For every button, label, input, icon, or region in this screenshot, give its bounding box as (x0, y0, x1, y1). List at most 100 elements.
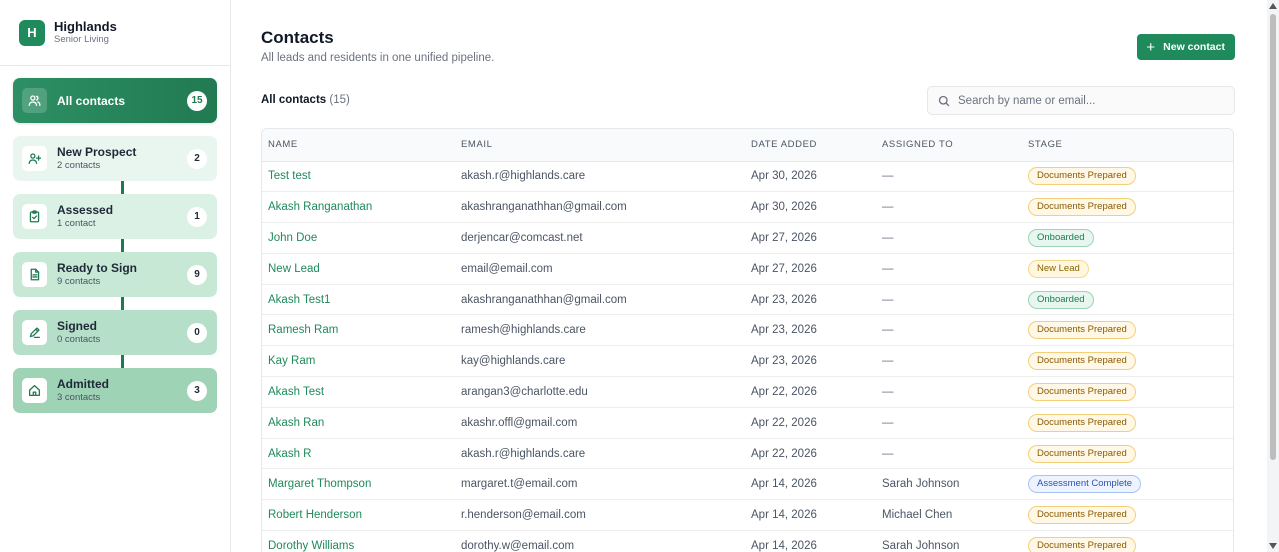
contact-name-link[interactable]: Kay Ram (262, 345, 455, 378)
stage-badge: Documents Prepared (1028, 321, 1136, 340)
contact-email: akash.r@highlands.care (455, 438, 745, 470)
contact-assigned-to: Sarah Johnson (876, 468, 1022, 501)
contact-assigned-to: — (876, 222, 1022, 254)
stage-count-badge: 15 (187, 90, 207, 111)
stage-text: New Prospect 2 contacts (57, 145, 187, 172)
stage-connector (121, 297, 124, 310)
table-row[interactable]: Margaret Thompson margaret.t@email.com Apr… (262, 468, 1233, 501)
table-row[interactable]: Robert Henderson r.henderson@email.com Apr… (262, 499, 1233, 532)
table-row[interactable]: Dorothy Williams dorothy.w@email.com Apr 1… (262, 530, 1233, 552)
contact-date-added: Apr 23, 2026 (745, 314, 876, 347)
table-row[interactable]: Akash Ran akashr.offl@gmail.com Apr 22, 20… (262, 407, 1233, 439)
stage-connector (121, 181, 124, 194)
stage-badge: Onboarded (1028, 290, 1094, 309)
contact-name-link[interactable]: Akash Ranganathan (262, 191, 455, 224)
stage-badge: Documents Prepared (1028, 444, 1136, 463)
table-row[interactable]: New Lead email@email.com Apr 27, 2026— New … (262, 253, 1233, 285)
list-title: All contacts (15) (261, 94, 350, 106)
stage-badge: Documents Prepared (1028, 506, 1136, 525)
scroll-down-arrow-icon[interactable] (1269, 543, 1277, 549)
table-row[interactable]: John Doe derjencar@comcast.net Apr 27, 202… (262, 222, 1233, 254)
stage-sub: 1 contact (57, 218, 96, 229)
sidebar-item-ready-to-sign[interactable]: Ready to Sign 9 contacts 9 (13, 252, 217, 310)
contact-name-link[interactable]: New Lead (262, 253, 455, 285)
stage-sub: 3 contacts (57, 392, 101, 403)
brand[interactable]: H Highlands Senior Living (0, 0, 230, 66)
contact-stage-cell: Documents Prepared (1022, 376, 1233, 408)
stage-badge: Assessment Complete (1028, 475, 1142, 494)
scrollbar-thumb[interactable] (1270, 14, 1276, 460)
stage-text: Signed 0 contacts (57, 319, 187, 346)
contact-stage-cell: New Lead (1022, 253, 1233, 285)
contact-date-added: Apr 23, 2026 (745, 284, 876, 316)
home-icon (22, 378, 47, 403)
scroll-up-arrow-icon[interactable] (1269, 3, 1277, 9)
table-row[interactable]: Akash Test1 akashranganathhan@gmail.com Ap… (262, 284, 1233, 316)
contact-name-link[interactable]: Robert Henderson (262, 499, 455, 532)
column-header-name[interactable]: NAME (262, 129, 455, 162)
table-row[interactable]: Akash Rakash.r@highlands.care Apr 22, 202… (262, 438, 1233, 470)
table-row[interactable]: Test test akash.r@highlands.care Apr 30, 2… (262, 161, 1233, 193)
column-header-date-added[interactable]: DATE ADDED (745, 129, 876, 162)
contact-stage-cell: Documents Prepared (1022, 191, 1233, 224)
contact-name-link[interactable]: Ramesh Ram (262, 314, 455, 347)
contact-name-link[interactable]: Akash Test (262, 376, 455, 408)
contact-assigned-to: — (876, 253, 1022, 285)
column-header-stage[interactable]: STAGE (1022, 129, 1233, 162)
sidebar-item-assessed[interactable]: Assessed 1 contact 1 (13, 194, 217, 252)
contact-name-link[interactable]: Akash Test1 (262, 284, 455, 316)
table-row[interactable]: Kay Ram kay@highlands.care Apr 23, 2026— Do… (262, 345, 1233, 378)
contact-stage-cell: Onboarded (1022, 284, 1233, 316)
stage-badge: Documents Prepared (1028, 352, 1136, 371)
stage-sub: 9 contacts (57, 276, 101, 287)
contact-email: r.henderson@email.com (455, 499, 745, 532)
page-subtitle: All leads and residents in one unified p… (261, 52, 495, 64)
contact-assigned-to: — (876, 284, 1022, 316)
contact-email: kay@highlands.care (455, 345, 745, 378)
contact-email: arangan3@charlotte.edu (455, 376, 745, 408)
sidebar-item-admitted[interactable]: Admitted 3 contacts 3 (13, 368, 217, 413)
table-row[interactable]: Ramesh Ram ramesh@highlands.care Apr 23, 2… (262, 314, 1233, 347)
new-contact-label: New contact (1163, 41, 1225, 53)
sidebar-item-new-prospect[interactable]: New Prospect 2 contacts 2 (13, 136, 217, 194)
page-scrollbar[interactable] (1267, 0, 1279, 552)
stage-badge: Documents Prepared (1028, 536, 1136, 552)
table-row[interactable]: Akash Test arangan3@charlotte.edu Apr 22, … (262, 376, 1233, 408)
contacts-table: NAME EMAIL DATE ADDED ASSIGNED TO STAGE … (261, 128, 1234, 552)
pen-icon (22, 320, 47, 345)
contact-date-added: Apr 22, 2026 (745, 438, 876, 470)
search-input[interactable] (958, 94, 1228, 107)
contact-name-link[interactable]: John Doe (262, 222, 455, 254)
contact-name-link[interactable]: Test test (262, 161, 455, 193)
contact-date-added: Apr 14, 2026 (745, 530, 876, 552)
table-body: Test test akash.r@highlands.care Apr 30, 2… (262, 161, 1233, 552)
brand-text: Highlands Senior Living (54, 19, 117, 46)
contact-stage-cell: Documents Prepared (1022, 438, 1233, 470)
column-header-email[interactable]: EMAIL (455, 129, 745, 162)
contact-name-link[interactable]: Akash Ran (262, 407, 455, 439)
user-plus-icon (22, 146, 47, 171)
contact-name-link[interactable]: Akash R (262, 438, 455, 470)
stage-label: Assessed (57, 203, 114, 217)
sidebar-item-signed[interactable]: Signed 0 contacts 0 (13, 310, 217, 368)
contact-stage-cell: Documents Prepared (1022, 499, 1233, 532)
users-icon (22, 88, 47, 113)
contact-stage-cell: Documents Prepared (1022, 530, 1233, 552)
plus-icon: + (1146, 38, 1156, 56)
column-header-assigned-to[interactable]: ASSIGNED TO (876, 129, 1022, 162)
new-contact-button[interactable]: + New contact (1137, 34, 1235, 60)
stage-sub: 0 contacts (57, 334, 101, 345)
main-content: Contacts All leads and residents in one … (231, 0, 1279, 552)
stage-badge: Documents Prepared (1028, 198, 1136, 217)
contact-assigned-to: — (876, 161, 1022, 193)
contact-name-link[interactable]: Dorothy Williams (262, 530, 455, 552)
contact-name-link[interactable]: Margaret Thompson (262, 468, 455, 501)
sidebar-item-all-contacts[interactable]: All contacts 15 (13, 78, 217, 123)
table-row[interactable]: Akash Ranganathan akashranganathhan@gmail… (262, 191, 1233, 224)
search-box[interactable] (927, 86, 1235, 115)
contact-date-added: Apr 27, 2026 (745, 253, 876, 285)
stage-text: Assessed 1 contact (57, 203, 187, 230)
contact-date-added: Apr 30, 2026 (745, 161, 876, 193)
contact-stage-cell: Onboarded (1022, 222, 1233, 254)
stage-text: Admitted 3 contacts (57, 377, 187, 404)
